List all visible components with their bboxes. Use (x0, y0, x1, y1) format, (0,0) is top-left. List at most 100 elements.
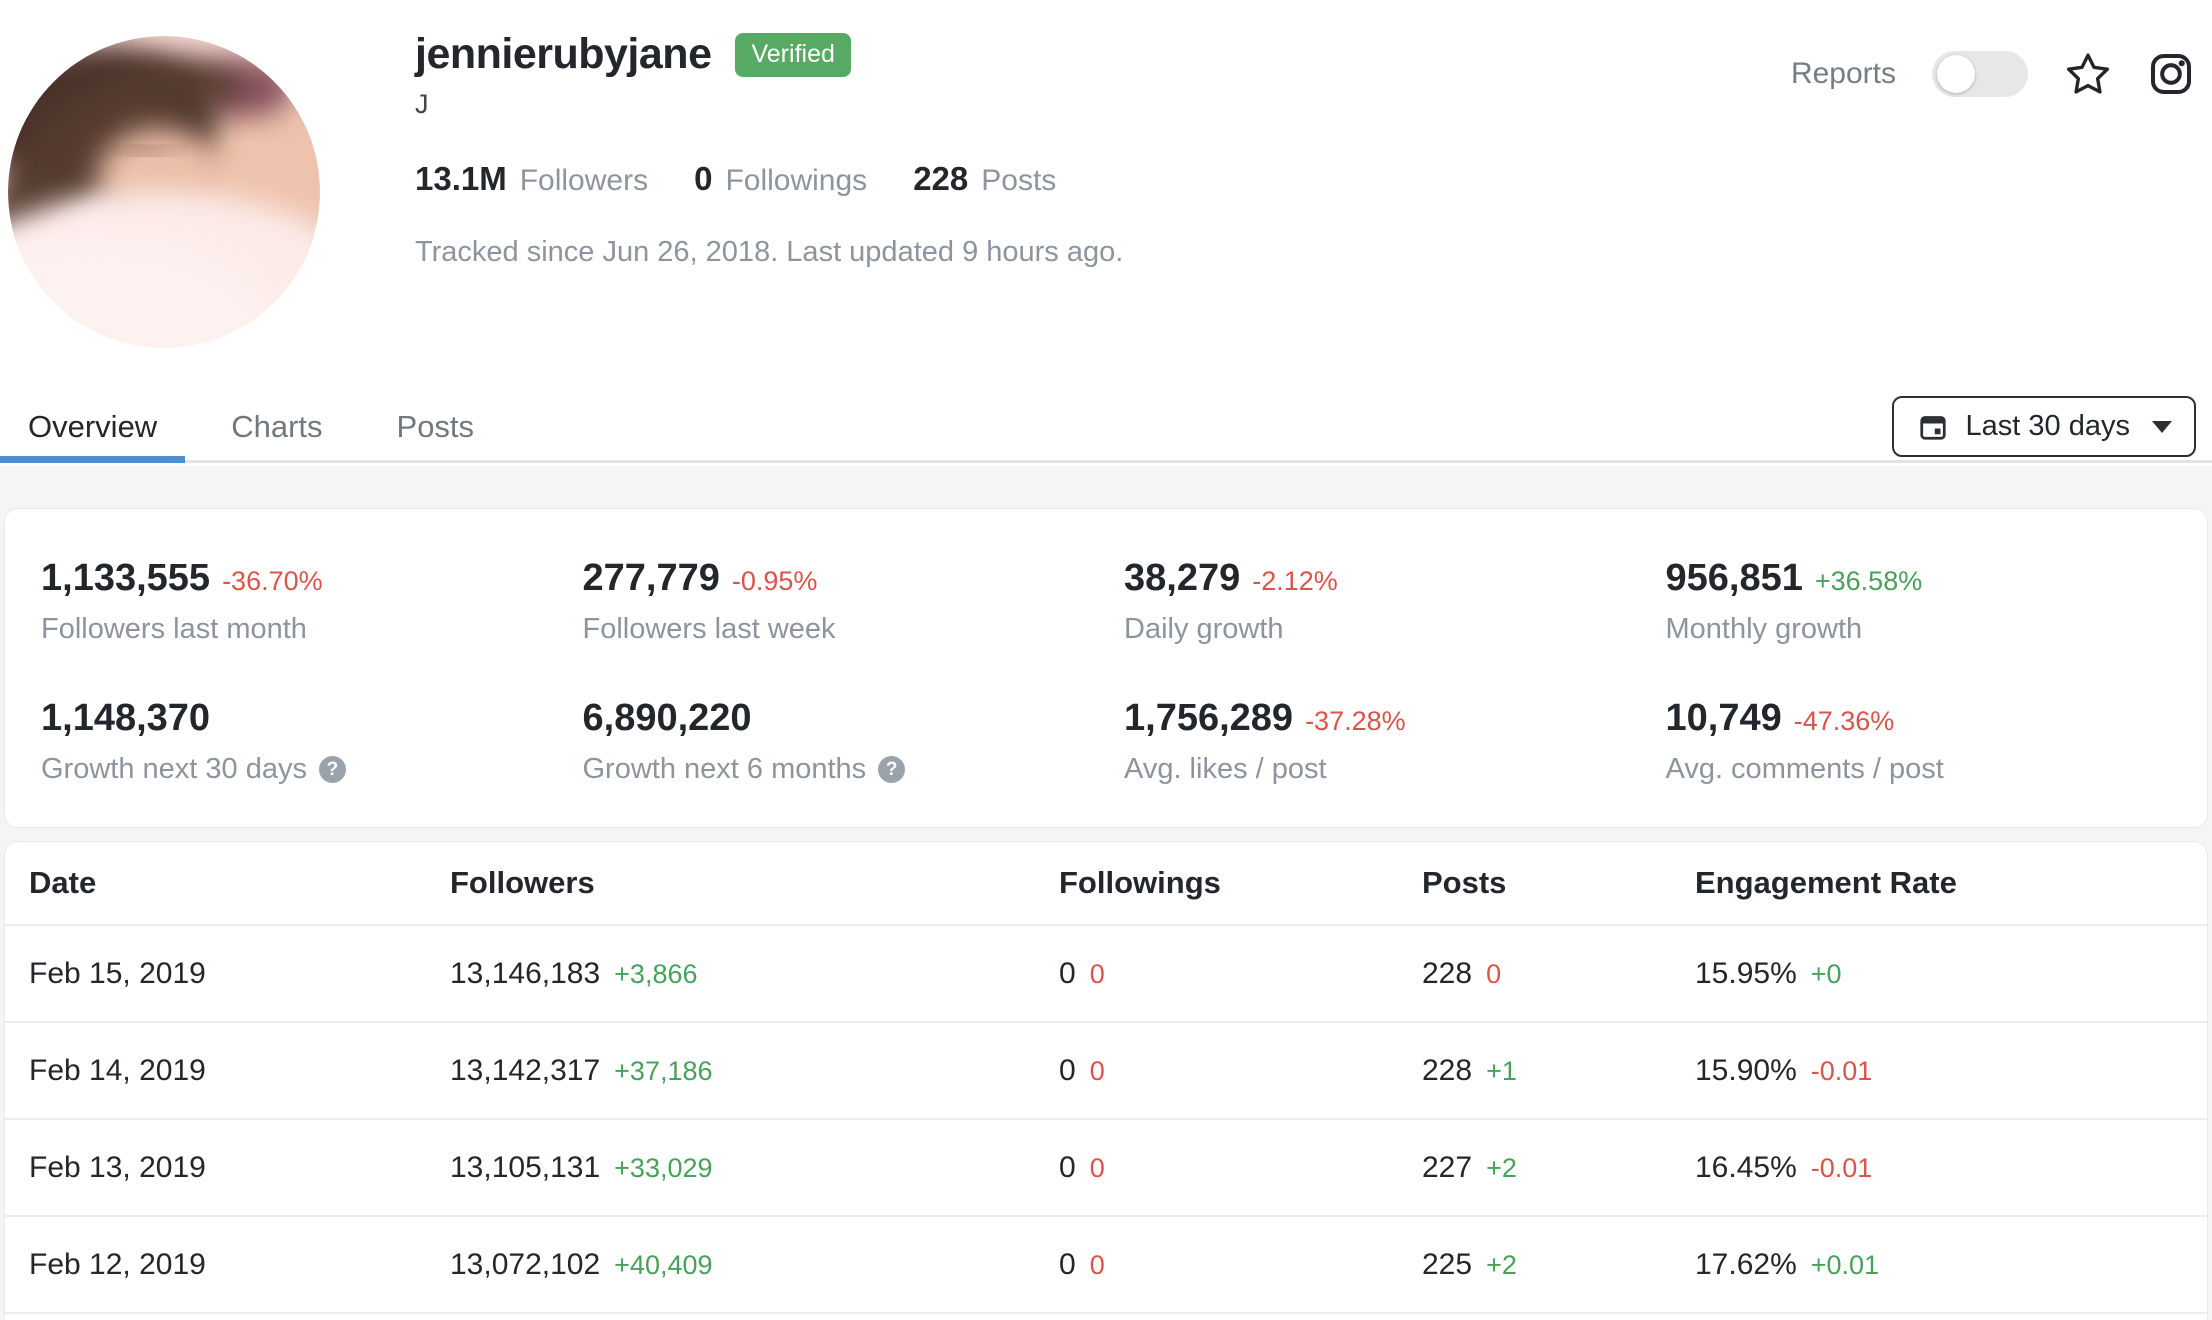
followers-delta: +33,029 (614, 1152, 713, 1183)
column-header-date: Date (29, 865, 97, 900)
avatar-photo-placeholder (8, 36, 320, 348)
stat-label-text: Growth next 6 months (582, 753, 867, 785)
stat-delta: +36.58% (1814, 566, 1923, 596)
stat-value: 277,779 (582, 557, 720, 599)
reports-label: Reports (1790, 57, 1896, 90)
posts-count: 228 Posts (913, 160, 1056, 198)
stat-label: Growth next 6 months ? (583, 753, 1125, 786)
followings-count-value: 0 (694, 160, 713, 197)
favorite-star-icon[interactable] (2064, 50, 2112, 98)
followings-delta: 0 (1089, 1055, 1105, 1086)
followers-count: 13.1M Followers (415, 160, 648, 198)
posts-delta: +2 (1486, 1249, 1517, 1280)
stat-value: 10,749 (1665, 697, 1782, 739)
followers-cell: 13,105,131 +33,029 (450, 1151, 1059, 1185)
followers-count-value: 13.1M (415, 160, 507, 197)
analytics-page: jennierubyjane Verified J 13.1M Follower… (0, 0, 2212, 1320)
name-row: jennierubyjane Verified (415, 30, 1123, 79)
followers-value: 13,142,317 (450, 1053, 601, 1087)
posts-cell: 228 0 (1422, 957, 1695, 991)
followers-delta: +3,866 (614, 958, 698, 989)
tab-charts[interactable]: Charts (203, 393, 350, 460)
engagement-value: 15.95% (1695, 956, 1797, 990)
stat-value: 6,890,220 (582, 697, 752, 739)
tab-overview[interactable]: Overview (0, 393, 186, 463)
display-name: J (415, 89, 429, 119)
date-range-label: Last 30 days (1965, 410, 2130, 442)
followers-delta: +40,409 (614, 1249, 713, 1280)
followers-count-label: Followers (519, 164, 649, 197)
followings-value: 0 (1059, 1247, 1076, 1281)
date-cell: Feb 14, 2019 (29, 1053, 206, 1087)
followers-value: 13,105,131 (450, 1150, 601, 1184)
followings-cell: 0 0 (1059, 957, 1422, 991)
stat-monthly-growth: 956,851 +36.58% Monthly growth (1665, 557, 2208, 645)
engagement-value: 17.62% (1695, 1247, 1797, 1281)
username: jennierubyjane (415, 30, 712, 78)
stat-label: Avg. comments / post (1665, 753, 1944, 785)
stat-value: 38,279 (1124, 557, 1241, 599)
followings-delta: 0 (1089, 1249, 1105, 1280)
stat-label: Monthly growth (1665, 613, 1863, 645)
stat-delta: -36.70% (222, 566, 323, 596)
stat-label: Daily growth (1124, 613, 1284, 645)
stat-followers-last-week: 277,779 -0.95% Followers last week (582, 557, 1125, 645)
overview-content: 1,133,555 -36.70% Followers last month 2… (0, 466, 2212, 1320)
followings-value: 0 (1059, 1150, 1076, 1184)
posts-cell: 228 +1 (1422, 1054, 1695, 1088)
stat-avg-comments-per-post: 10,749 -47.36% Avg. comments / post (1665, 697, 2208, 785)
instagram-icon[interactable] (2148, 51, 2194, 97)
engagement-delta: -0.01 (1810, 1152, 1873, 1183)
table-row: Feb 13, 2019 13,105,131 +33,029 0 0 227 … (5, 1120, 2207, 1217)
followers-cell: 13,072,102 +40,409 (450, 1248, 1059, 1282)
engagement-cell: 16.45% -0.01 (1695, 1151, 2207, 1185)
engagement-value: 15.90% (1695, 1053, 1797, 1087)
followings-count-label: Followings (725, 164, 868, 197)
date-cell: Feb 12, 2019 (29, 1247, 206, 1281)
followers-delta: +37,186 (614, 1055, 713, 1086)
followings-value: 0 (1059, 956, 1076, 990)
posts-cell: 225 +2 (1422, 1248, 1695, 1282)
stat-growth-next-30-days: 1,148,370 Growth next 30 days ? (41, 697, 583, 785)
posts-value: 225 (1422, 1247, 1473, 1281)
posts-count-value: 228 (913, 160, 969, 197)
engagement-cell: 15.90% -0.01 (1695, 1054, 2207, 1088)
stat-value: 1,148,370 (41, 697, 211, 739)
date-cell: Feb 15, 2019 (29, 956, 206, 990)
table-row: Feb 15, 2019 13,146,183 +3,866 0 0 228 0… (5, 926, 2207, 1023)
stat-label: Avg. likes / post (1124, 753, 1327, 785)
stat-daily-growth: 38,279 -2.12% Daily growth (1124, 557, 1666, 645)
reports-toggle[interactable] (1932, 51, 2028, 97)
summary-stats-card: 1,133,555 -36.70% Followers last month 2… (4, 508, 2208, 828)
column-header-followings: Followings (1059, 865, 1221, 900)
tab-posts[interactable]: Posts (369, 393, 503, 460)
date-range-button[interactable]: Last 30 days (1891, 396, 2196, 457)
engagement-delta: -0.01 (1810, 1055, 1873, 1086)
date-cell: Feb 13, 2019 (29, 1150, 206, 1184)
stat-value: 1,756,289 (1124, 697, 1294, 739)
help-icon[interactable]: ? (318, 756, 346, 783)
engagement-cell: 17.62% +0.01 (1695, 1248, 2207, 1282)
stat-label-text: Growth next 30 days (41, 753, 307, 785)
stat-label: Growth next 30 days ? (41, 753, 583, 786)
posts-delta: +2 (1486, 1152, 1517, 1183)
toggle-knob (1937, 55, 1975, 93)
help-icon[interactable]: ? (878, 756, 906, 783)
table-header-row: Date Followers Followings Posts Engageme… (5, 842, 2207, 926)
stat-value: 956,851 (1665, 557, 1803, 599)
profile-info: jennierubyjane Verified J 13.1M Follower… (415, 30, 1123, 269)
profile-counts: 13.1M Followers 0 Followings 228 Posts (415, 160, 1123, 198)
column-header-engagement-rate: Engagement Rate (1695, 865, 1957, 900)
posts-value: 227 (1422, 1150, 1473, 1184)
followings-count: 0 Followings (694, 160, 867, 198)
posts-delta: +1 (1486, 1055, 1517, 1086)
stat-label: Followers last month (41, 613, 307, 645)
stat-delta: -2.12% (1252, 566, 1338, 596)
profile-avatar (8, 36, 320, 348)
stat-delta: -37.28% (1305, 706, 1406, 736)
posts-value: 228 (1422, 1053, 1473, 1087)
engagement-delta: +0 (1810, 958, 1842, 989)
profile-header: jennierubyjane Verified J 13.1M Follower… (0, 0, 2212, 393)
column-header-followers: Followers (450, 865, 595, 900)
followings-cell: 0 0 (1059, 1248, 1422, 1282)
